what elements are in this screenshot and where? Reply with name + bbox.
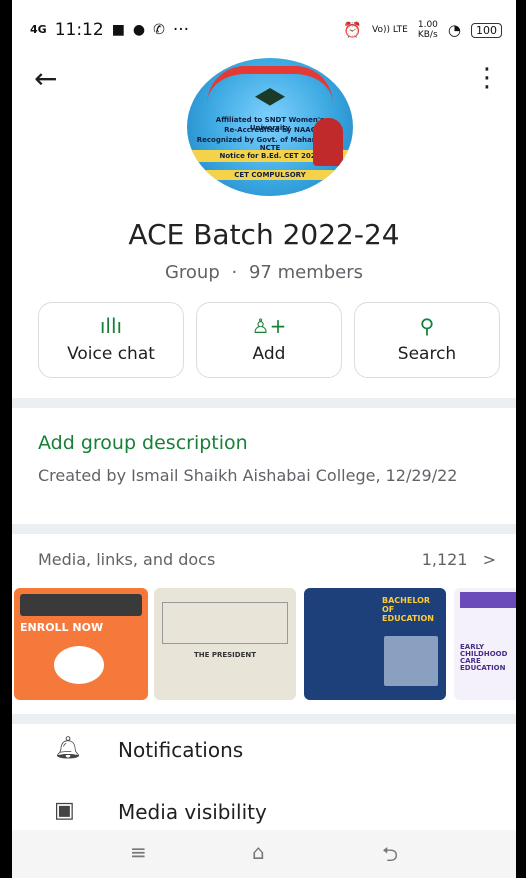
thumbnail-heading: ENROLL NOW bbox=[20, 621, 104, 634]
group-meta: Group · 97 members bbox=[12, 262, 516, 283]
group-avatar[interactable]: Affiliated to SNDT Women's University Re… bbox=[187, 58, 353, 196]
network-signal-icon: 4G bbox=[30, 23, 47, 36]
message-icon: ■ bbox=[111, 22, 125, 38]
search-label: Search bbox=[397, 344, 457, 364]
network-speed-value: 1.00 bbox=[417, 20, 438, 30]
media-count-value: 1,121 bbox=[421, 550, 468, 569]
group-info-screen: 4G 11:12 ■ ● ✆ ··· ⏰ Vo)) LTE 1.00 KB/s … bbox=[12, 0, 516, 878]
voice-chat-label: Voice chat bbox=[67, 344, 155, 364]
arrow-left-icon[interactable]: ← bbox=[34, 65, 57, 93]
thumbnail-photo bbox=[384, 636, 438, 686]
back-button[interactable]: ⮌ bbox=[382, 840, 398, 874]
voice-chat-icon: ıllı bbox=[99, 314, 123, 338]
thumbnail-heading: BACHELOR OF EDUCATION bbox=[382, 596, 434, 623]
thumbnail-banner bbox=[460, 592, 516, 608]
section-divider bbox=[12, 398, 516, 408]
media-thumbnail[interactable]: BACHELOR OF EDUCATION bbox=[304, 588, 446, 700]
add-member-button[interactable]: ♙+ Add bbox=[196, 302, 342, 378]
action-buttons: ıllı Voice chat ♙+ Add ⚲ Search bbox=[38, 302, 504, 378]
recents-button[interactable]: ≡ bbox=[130, 840, 147, 864]
thumbnail-diagram bbox=[54, 646, 104, 684]
more-notifications: ··· bbox=[172, 20, 190, 40]
section-divider bbox=[12, 714, 516, 724]
created-by-text: Created by Ismail Shaikh Aishabai Colleg… bbox=[38, 466, 458, 485]
wifi-icon: ◔ bbox=[447, 21, 461, 39]
thumbnail-table bbox=[162, 602, 288, 644]
media-thumbnail[interactable]: EARLY CHILDHOOD CARE EDUCATION bbox=[454, 588, 516, 700]
volte-indicator: Vo)) LTE bbox=[372, 25, 408, 35]
add-person-icon: ♙+ bbox=[251, 314, 287, 338]
thumbnail-photo-strip bbox=[20, 594, 142, 616]
home-button[interactable]: ⌂ bbox=[252, 840, 265, 864]
section-divider bbox=[12, 524, 516, 534]
status-bar: 4G 11:12 ■ ● ✆ ··· ⏰ Vo)) LTE 1.00 KB/s … bbox=[12, 0, 516, 60]
meta-separator: · bbox=[231, 262, 238, 283]
thumbnail-heading: EARLY CHILDHOOD CARE EDUCATION bbox=[460, 643, 508, 672]
group-type: Group bbox=[164, 262, 220, 283]
media-links-docs-row[interactable]: Media, links, and docs 1,121 > bbox=[38, 550, 496, 569]
bell-icon: 🔔︎ bbox=[54, 736, 82, 761]
media-count[interactable]: 1,121 > bbox=[422, 550, 496, 569]
more-vert-icon[interactable]: ⋮ bbox=[474, 64, 500, 92]
app-notification-icon: ● bbox=[132, 22, 146, 38]
member-count[interactable]: 97 members bbox=[249, 262, 363, 283]
search-icon: ⚲ bbox=[419, 314, 435, 338]
avatar-person bbox=[313, 118, 343, 166]
network-speed: 1.00 KB/s bbox=[418, 20, 438, 40]
thumbnail-heading: THE PRESIDENT bbox=[193, 651, 257, 659]
media-label: Media, links, and docs bbox=[38, 550, 216, 569]
media-thumbnail[interactable]: ENROLL NOW bbox=[14, 588, 148, 700]
notifications-row[interactable]: 🔔︎ Notifications bbox=[12, 726, 516, 776]
avatar-text-line: CET COMPULSORY bbox=[234, 171, 306, 179]
add-description-link[interactable]: Add group description bbox=[38, 432, 248, 454]
media-thumbnails: ENROLL NOW THE PRESIDENT BACHELOR OF EDU… bbox=[12, 588, 516, 700]
image-icon: ▣ bbox=[54, 798, 75, 823]
network-speed-unit: KB/s bbox=[417, 30, 438, 40]
voice-chat-button[interactable]: ıllı Voice chat bbox=[38, 302, 184, 378]
add-label: Add bbox=[252, 344, 286, 364]
notifications-label: Notifications bbox=[118, 738, 244, 762]
search-button[interactable]: ⚲ Search bbox=[354, 302, 500, 378]
system-nav-bar: ≡ ⌂ ⮌ bbox=[12, 830, 516, 878]
battery-indicator: 100 bbox=[471, 22, 502, 38]
chevron-right-icon: > bbox=[482, 550, 496, 569]
alarm-icon: ⏰ bbox=[343, 21, 363, 39]
phone-call-icon: ✆ bbox=[153, 22, 165, 38]
group-name: ACE Batch 2022-24 bbox=[128, 218, 400, 251]
media-visibility-label: Media visibility bbox=[118, 800, 267, 824]
status-time: 11:12 bbox=[54, 20, 104, 40]
media-thumbnail[interactable]: THE PRESIDENT bbox=[154, 588, 296, 700]
